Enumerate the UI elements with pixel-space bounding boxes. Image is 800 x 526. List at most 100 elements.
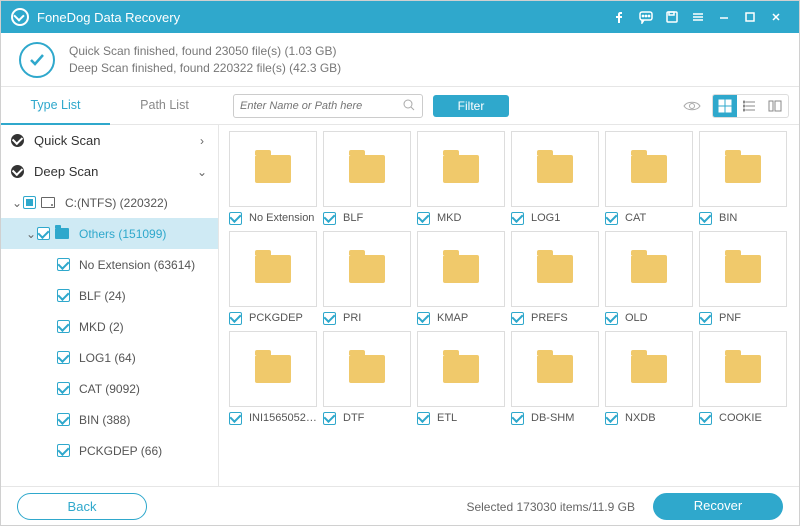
sidebar-item[interactable]: No Extension (63614) xyxy=(1,249,218,280)
checkbox[interactable] xyxy=(57,444,70,457)
checkbox[interactable] xyxy=(511,212,524,225)
menu-icon[interactable] xyxy=(685,4,711,30)
checkbox[interactable] xyxy=(605,312,618,325)
recover-button[interactable]: Recover xyxy=(653,493,783,520)
folder-thumbnail xyxy=(417,231,505,307)
view-detail-button[interactable] xyxy=(763,95,787,117)
folder-thumbnail xyxy=(511,331,599,407)
quick-scan-summary: Quick Scan finished, found 23050 file(s)… xyxy=(69,43,341,60)
checkbox[interactable] xyxy=(57,413,70,426)
checkbox[interactable] xyxy=(229,412,242,425)
sidebar-item[interactable]: LOG1 (64) xyxy=(1,342,218,373)
deep-scan-summary: Deep Scan finished, found 220322 file(s)… xyxy=(69,60,341,77)
feedback-icon[interactable] xyxy=(633,4,659,30)
sidebar-deep-scan[interactable]: Deep Scan⌄ xyxy=(1,156,218,187)
checkbox[interactable] xyxy=(417,412,430,425)
checkbox[interactable] xyxy=(323,212,336,225)
folder-icon xyxy=(725,255,761,283)
search-box[interactable] xyxy=(233,94,423,118)
checkbox[interactable] xyxy=(605,412,618,425)
checkbox[interactable] xyxy=(229,212,242,225)
folder-thumbnail xyxy=(511,231,599,307)
file-cell[interactable]: KMAP xyxy=(417,231,507,327)
file-name: COOKIE xyxy=(719,412,762,424)
filter-button[interactable]: Filter xyxy=(433,95,509,117)
folder-icon xyxy=(443,355,479,383)
file-cell[interactable]: No Extension xyxy=(229,131,319,227)
folder-icon xyxy=(537,255,573,283)
checkbox[interactable] xyxy=(605,212,618,225)
search-input[interactable] xyxy=(240,100,403,112)
sidebar-item[interactable]: MKD (2) xyxy=(1,311,218,342)
file-cell[interactable]: INI1565052569 xyxy=(229,331,319,427)
file-cell[interactable]: DTF xyxy=(323,331,413,427)
checkbox[interactable] xyxy=(699,212,712,225)
back-button[interactable]: Back xyxy=(17,493,147,520)
checkbox[interactable] xyxy=(417,312,430,325)
folder-icon xyxy=(255,155,291,183)
folder-icon xyxy=(349,155,385,183)
checkbox[interactable] xyxy=(229,312,242,325)
sidebar-quick-scan[interactable]: Quick Scan› xyxy=(1,125,218,156)
checkbox[interactable] xyxy=(57,258,70,271)
folder-icon xyxy=(255,355,291,383)
file-name: PNF xyxy=(719,312,741,324)
checkbox[interactable] xyxy=(323,312,336,325)
checkbox[interactable] xyxy=(323,412,336,425)
file-name: PREFS xyxy=(531,312,568,324)
view-list-button[interactable] xyxy=(738,95,762,117)
folder-thumbnail xyxy=(417,331,505,407)
checkbox[interactable] xyxy=(57,382,70,395)
file-cell[interactable]: BLF xyxy=(323,131,413,227)
sidebar-item[interactable]: BIN (388) xyxy=(1,404,218,435)
file-cell[interactable]: LOG1 xyxy=(511,131,601,227)
file-grid: No ExtensionBLF MKD LOG1CATBIN PCKGDEPPRIKM… xyxy=(219,125,799,486)
checkbox[interactable] xyxy=(57,320,70,333)
view-grid-button[interactable] xyxy=(713,95,737,117)
checkbox[interactable] xyxy=(57,351,70,364)
maximize-button[interactable] xyxy=(737,4,763,30)
file-cell[interactable]: DB-SHM xyxy=(511,331,601,427)
chevron-down-icon: ⌄ xyxy=(11,196,23,210)
folder-icon xyxy=(725,155,761,183)
checkbox[interactable] xyxy=(23,196,36,209)
tab-path-list[interactable]: Path List xyxy=(110,87,219,125)
checkbox[interactable] xyxy=(57,289,70,302)
save-icon[interactable] xyxy=(659,4,685,30)
folder-thumbnail xyxy=(417,131,505,207)
sidebar-item[interactable]: CAT (9092) xyxy=(1,373,218,404)
checkbox[interactable] xyxy=(417,212,430,225)
folder-icon xyxy=(443,155,479,183)
sidebar-item[interactable]: PCKGDEP (66) xyxy=(1,435,218,466)
folder-icon xyxy=(631,355,667,383)
file-cell[interactable]: COOKIE xyxy=(699,331,789,427)
checkbox[interactable] xyxy=(511,312,524,325)
preview-icon[interactable] xyxy=(680,95,704,117)
sidebar-others[interactable]: ⌄Others (151099) xyxy=(1,218,218,249)
file-name: DB-SHM xyxy=(531,412,574,424)
file-name: MKD xyxy=(437,212,461,224)
file-cell[interactable]: NXDB xyxy=(605,331,695,427)
checkbox[interactable] xyxy=(511,412,524,425)
file-cell[interactable]: PREFS xyxy=(511,231,601,327)
facebook-icon[interactable] xyxy=(607,4,633,30)
file-cell[interactable]: MKD xyxy=(417,131,507,227)
sidebar-item[interactable]: BLF (24) xyxy=(1,280,218,311)
folder-icon xyxy=(349,255,385,283)
checkbox[interactable] xyxy=(699,412,712,425)
file-cell[interactable]: PCKGDEP xyxy=(229,231,319,327)
file-cell[interactable]: PRI xyxy=(323,231,413,327)
sidebar: Quick Scan› Deep Scan⌄ ⌄C:(NTFS) (220322… xyxy=(1,125,219,486)
file-cell[interactable]: PNF xyxy=(699,231,789,327)
file-cell[interactable]: OLD xyxy=(605,231,695,327)
tab-type-list[interactable]: Type List xyxy=(1,87,110,125)
checkbox[interactable] xyxy=(37,227,50,240)
close-button[interactable] xyxy=(763,4,789,30)
chevron-down-icon: ⌄ xyxy=(196,165,208,179)
file-cell[interactable]: ETL xyxy=(417,331,507,427)
checkbox[interactable] xyxy=(699,312,712,325)
sidebar-drive[interactable]: ⌄C:(NTFS) (220322) xyxy=(1,187,218,218)
file-cell[interactable]: CAT xyxy=(605,131,695,227)
file-cell[interactable]: BIN xyxy=(699,131,789,227)
minimize-button[interactable] xyxy=(711,4,737,30)
